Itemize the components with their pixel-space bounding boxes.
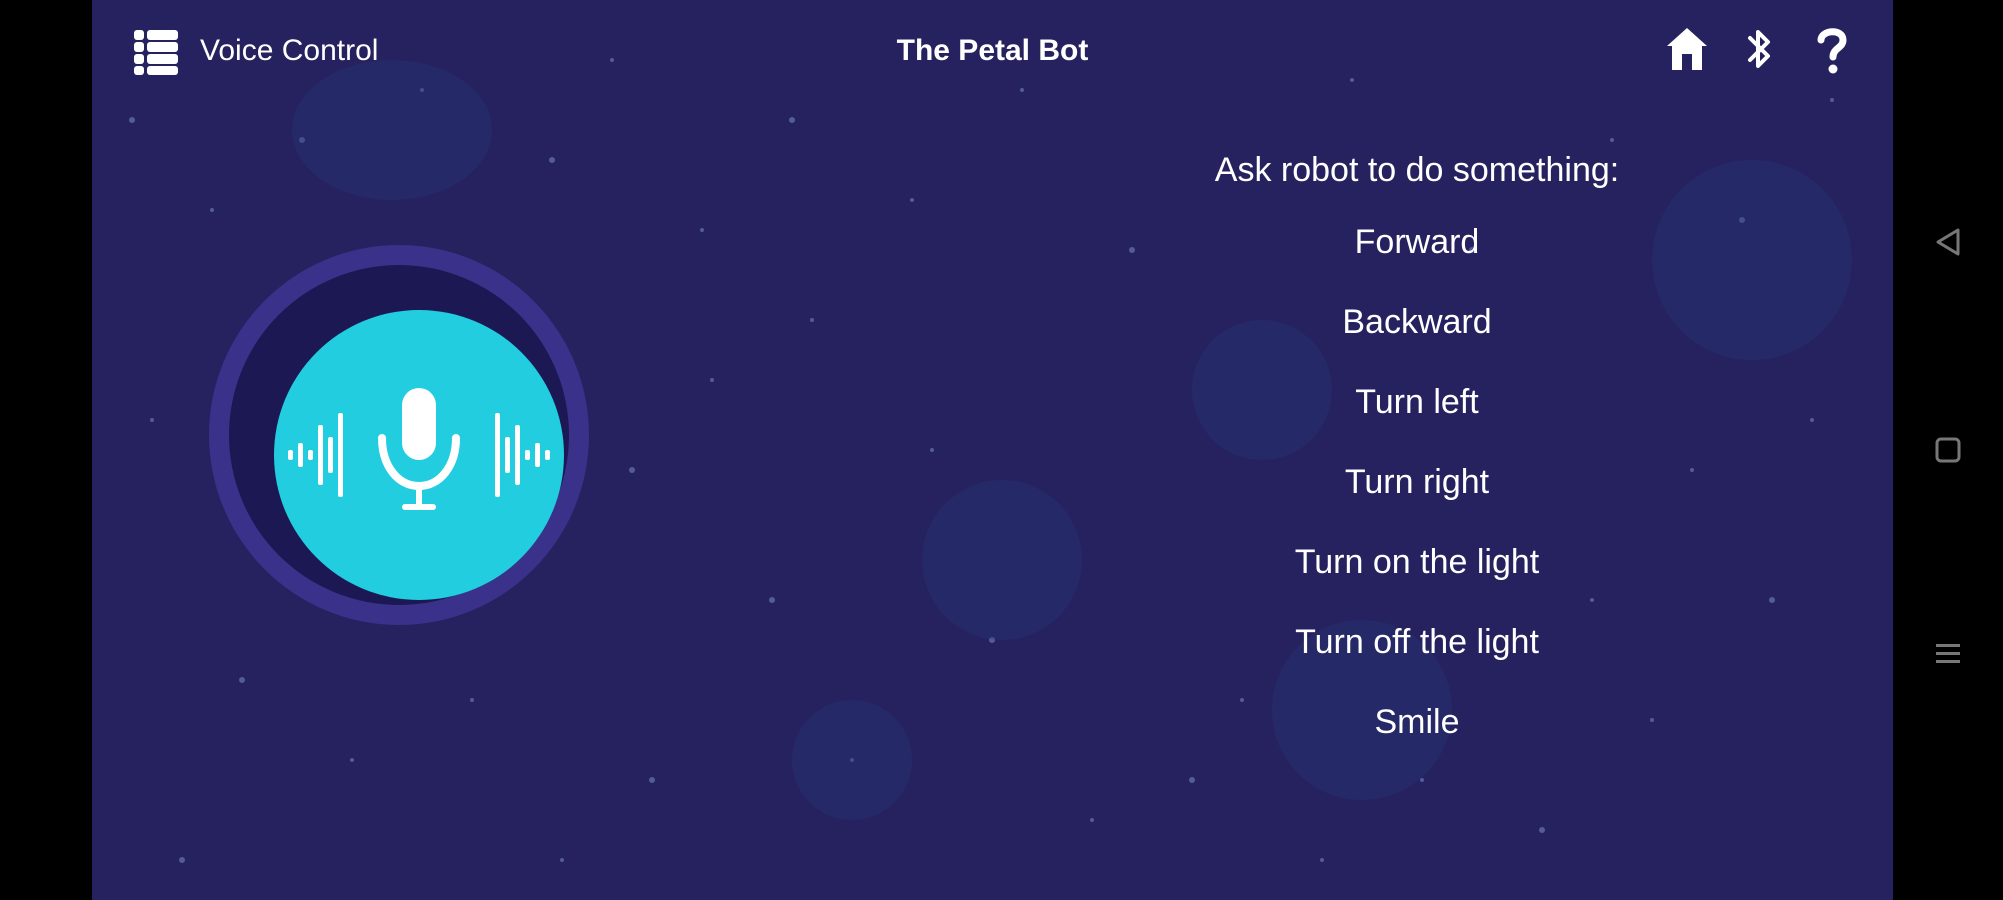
command-turn-right[interactable]: Turn right (1092, 442, 1742, 522)
command-backward[interactable]: Backward (1092, 282, 1742, 362)
mic-ring (229, 265, 569, 605)
command-turn-left[interactable]: Turn left (1092, 362, 1742, 442)
voice-record-button[interactable] (209, 245, 589, 625)
app-screen: Voice Control The Petal Bot Ask robot to… (92, 0, 1893, 900)
command-light-on[interactable]: Turn on the light (1092, 522, 1742, 602)
bluetooth-icon[interactable] (1744, 24, 1774, 76)
command-heading: Ask robot to do something: (1214, 151, 1620, 189)
background-glow (922, 480, 1082, 640)
background-glow (792, 700, 912, 820)
command-forward[interactable]: Forward (1092, 202, 1742, 282)
command-list: Ask robot to do something: Forward Backw… (1092, 138, 1742, 762)
back-icon[interactable] (1928, 222, 1968, 262)
top-bar: Voice Control The Petal Bot (92, 0, 1893, 105)
recents-icon[interactable] (1928, 634, 1968, 674)
mic-button-core (274, 310, 564, 600)
command-smile[interactable]: Smile (1092, 682, 1742, 762)
home-square-icon[interactable] (1928, 430, 1968, 470)
help-icon[interactable] (1814, 24, 1850, 76)
page-title: The Petal Bot (896, 34, 1089, 67)
home-icon[interactable] (1664, 24, 1710, 76)
microphone-icon (288, 388, 550, 510)
system-navigation-bar (1893, 0, 2003, 900)
command-light-off[interactable]: Turn off the light (1092, 602, 1742, 682)
